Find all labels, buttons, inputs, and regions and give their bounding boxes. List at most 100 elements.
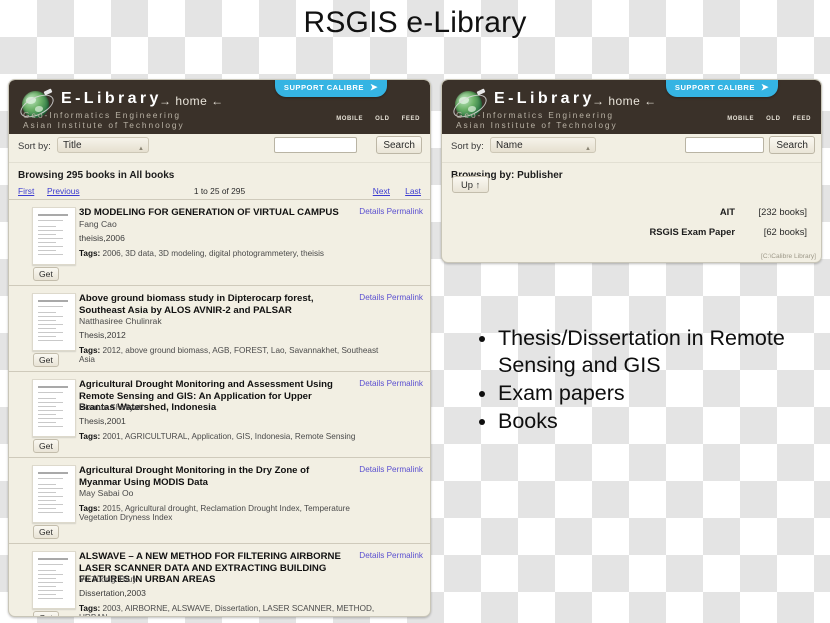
book-author: Rizatus Shofiyati: [79, 402, 144, 412]
details-link[interactable]: Details: [359, 465, 384, 474]
org-line-1: Geo-Informatics Engineering: [456, 110, 614, 120]
org-subtitle: Geo-Informatics Engineering Asian Instit…: [23, 110, 185, 130]
book-tags: Tags: 2012, above ground biomass, AGB, F…: [79, 346, 379, 364]
book-cover-thumbnail[interactable]: [32, 465, 76, 523]
home-link[interactable]: → home ←: [159, 94, 224, 108]
publisher-name[interactable]: RSGIS Exam Paper: [442, 226, 735, 237]
book-title[interactable]: 3D MODELING FOR GENERATION OF VIRTUAL CA…: [79, 207, 347, 219]
book-title[interactable]: Above ground biomass study in Dipterocar…: [79, 293, 347, 316]
calibre-all-books-panel: E-Library → home ← Geo-Informatics Engin…: [8, 79, 431, 617]
tags-label: Tags:: [79, 346, 101, 355]
details-link[interactable]: Details: [359, 551, 384, 560]
search-input[interactable]: [274, 137, 357, 153]
right-toolbar: Sort by: Name ▲ Search: [442, 134, 821, 163]
support-calibre-button[interactable]: SUPPORT CALIBRE ➤: [665, 80, 778, 97]
get-button[interactable]: Get: [33, 267, 59, 281]
permalink-link[interactable]: Permalink: [387, 551, 423, 560]
book-cover-thumbnail[interactable]: [32, 379, 76, 437]
search-input[interactable]: [685, 137, 764, 153]
tags-value: 2003, AIRBORNE, ALSWAVE, Dissertation, L…: [79, 604, 375, 616]
mobile-link[interactable]: Mobile: [336, 112, 363, 122]
book-row[interactable]: Get 3D MODELING FOR GENERATION OF VIRTUAL…: [9, 200, 430, 286]
left-panel-header: E-Library → home ← Geo-Informatics Engin…: [9, 80, 430, 134]
mobile-link[interactable]: Mobile: [727, 112, 754, 122]
book-tags: Tags: 2001, AGRICULTURAL, Application, G…: [79, 432, 379, 441]
org-line-2: Asian Institute of Technology: [23, 120, 185, 130]
permalink-link[interactable]: Permalink: [387, 379, 423, 388]
book-title[interactable]: Agricultural Drought Monitoring in the D…: [79, 465, 347, 488]
book-tags: Tags: 2003, AIRBORNE, ALSWAVE, Dissertat…: [79, 604, 379, 616]
left-toolbar: Sort by: Title ▲ Search: [9, 134, 430, 163]
feed-link[interactable]: Feed: [793, 112, 811, 122]
pager-next[interactable]: Next: [373, 186, 390, 196]
tags-value: 2012, above ground biomass, AGB, FOREST,…: [79, 346, 379, 364]
old-link[interactable]: Old: [766, 112, 780, 122]
pager-last[interactable]: Last: [405, 186, 421, 196]
tags-value: 2015, Agricultural drought, Reclamation …: [79, 504, 350, 522]
get-button[interactable]: Get: [33, 611, 59, 616]
browsing-by-status: Browsing by: Publisher: [451, 170, 563, 181]
book-list: Get 3D MODELING FOR GENERATION OF VIRTUAL…: [9, 200, 430, 616]
permalink-link[interactable]: Permalink: [387, 465, 423, 474]
book-author: Vu Tuong Thuy: [79, 574, 137, 584]
permalink-link[interactable]: Permalink: [387, 293, 423, 302]
brand-title: E-Library: [494, 90, 595, 107]
get-button[interactable]: Get: [33, 353, 59, 367]
get-button[interactable]: Get: [33, 525, 59, 539]
org-line-1: Geo-Informatics Engineering: [23, 110, 181, 120]
library-path: [C:\Calibre Library]: [761, 253, 816, 260]
feature-bullets: Thesis/Dissertation in Remote Sensing an…: [470, 325, 825, 436]
search-button[interactable]: Search: [376, 136, 422, 154]
tags-label: Tags:: [79, 604, 101, 613]
book-tags: Tags: 2015, Agricultural drought, Reclam…: [79, 504, 379, 522]
book-cover-thumbnail[interactable]: [32, 551, 76, 609]
right-panel-header: E-Library → home ← Geo-Informatics Engin…: [442, 80, 821, 134]
arrow-right-icon: ➤: [369, 82, 378, 92]
up-button[interactable]: Up ↑: [452, 176, 490, 193]
feed-link[interactable]: Feed: [402, 112, 420, 122]
book-author: Fang Cao: [79, 219, 117, 229]
header-links: Mobile Old Feed: [727, 112, 811, 122]
sort-by-value: Name: [496, 140, 523, 151]
publisher-name[interactable]: AIT: [442, 206, 735, 217]
tags-value: 2006, 3D data, 3D modeling, digital phot…: [102, 249, 325, 258]
book-row[interactable]: GetALSWAVE – A NEW METHOD FOR FILTERING …: [9, 544, 430, 616]
book-series: Thesis,2012: [79, 330, 126, 340]
book-row[interactable]: Get Above ground biomass study in Diptero…: [9, 286, 430, 372]
book-links: Details Permalink: [359, 293, 423, 302]
search-button[interactable]: Search: [769, 136, 815, 154]
book-series: theisis,2006: [79, 233, 125, 243]
book-author: May Sabai Oo: [79, 488, 134, 498]
tags-label: Tags:: [79, 432, 101, 441]
tags-value: 2001, AGRICULTURAL, Application, GIS, In…: [102, 432, 356, 441]
sort-by-select[interactable]: Title ▲: [57, 137, 149, 153]
book-row[interactable]: Get Agricultural Drought Monitoring in th…: [9, 458, 430, 544]
permalink-link[interactable]: Permalink: [387, 207, 423, 216]
book-links: Details Permalink: [359, 379, 423, 388]
book-cover-thumbnail[interactable]: [32, 293, 76, 351]
page-title: RSGIS e-Library: [303, 6, 527, 39]
book-cover-thumbnail[interactable]: [32, 207, 76, 265]
sort-by-value: Title: [63, 140, 82, 151]
calibre-publisher-panel: E-Library → home ← Geo-Informatics Engin…: [441, 79, 822, 263]
support-calibre-button[interactable]: SUPPORT CALIBRE ➤: [274, 80, 387, 97]
sort-by-select[interactable]: Name ▲: [490, 137, 596, 153]
get-button[interactable]: Get: [33, 439, 59, 453]
support-calibre-label: SUPPORT CALIBRE: [283, 83, 364, 92]
details-link[interactable]: Details: [359, 293, 384, 302]
chevron-down-icon: ▲: [585, 146, 591, 152]
details-link[interactable]: Details: [359, 379, 384, 388]
book-author: Natthasiree Chulinrak: [79, 316, 162, 326]
support-calibre-label: SUPPORT CALIBRE: [674, 83, 755, 92]
details-link[interactable]: Details: [359, 207, 384, 216]
old-link[interactable]: Old: [375, 112, 389, 122]
pager-range: 1 to 25 of 295: [193, 186, 246, 196]
book-links: Details Permalink: [359, 551, 423, 560]
header-links: Mobile Old Feed: [336, 112, 420, 122]
browsing-status: Browsing 295 books in All books: [18, 170, 175, 181]
org-line-2: Asian Institute of Technology: [456, 120, 618, 130]
tags-label: Tags:: [79, 504, 101, 513]
book-row[interactable]: Get Agricultural Drought Monitoring and A…: [9, 372, 430, 458]
org-subtitle: Geo-Informatics Engineering Asian Instit…: [456, 110, 618, 130]
home-link[interactable]: → home ←: [592, 94, 657, 108]
